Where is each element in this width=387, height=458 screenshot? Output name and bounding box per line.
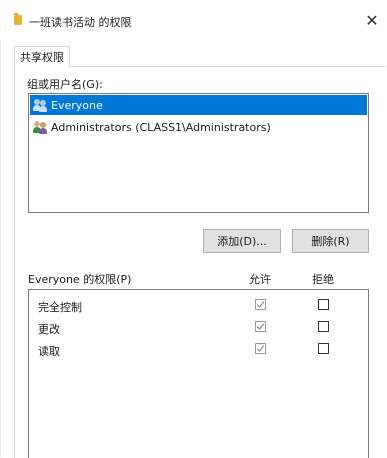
user-list[interactable]: Everyone Administrators (CLASS1\Administ…	[28, 93, 369, 213]
permissions-header: Everyone 的权限(P)	[28, 273, 132, 286]
admin-users-icon	[33, 120, 49, 134]
add-button[interactable]: 添加(D)...	[203, 229, 281, 253]
permission-name: 读取	[38, 345, 60, 358]
allow-checkbox[interactable]	[255, 299, 266, 310]
folder-icon	[14, 13, 22, 25]
allow-checkbox[interactable]	[255, 321, 266, 332]
deny-checkbox[interactable]	[318, 299, 329, 310]
permission-name: 更改	[38, 323, 60, 336]
permission-row-read: 读取	[29, 339, 368, 359]
title-bar: 一班读书活动 的权限 ✕	[0, 0, 387, 40]
user-row-everyone[interactable]: Everyone	[30, 95, 367, 115]
permission-row-change: 更改	[29, 317, 368, 337]
user-name: Everyone	[51, 98, 103, 112]
tab-share-permissions[interactable]: 共享权限	[14, 46, 70, 67]
users-icon	[33, 98, 49, 112]
window-title: 一班读书活动 的权限	[29, 16, 132, 29]
permissions-list: 完全控制 更改 读取	[28, 289, 369, 458]
permission-name: 完全控制	[38, 301, 82, 314]
user-name: Administrators (CLASS1\Administrators)	[51, 120, 271, 134]
group-or-user-label: 组或用户名(G):	[27, 78, 103, 91]
user-row-administrators[interactable]: Administrators (CLASS1\Administrators)	[30, 117, 367, 137]
window-left-edge	[0, 0, 1, 457]
remove-button[interactable]: 删除(R)	[292, 229, 369, 253]
allow-column-header: 允许	[249, 273, 271, 286]
permission-row-full-control: 完全控制	[29, 295, 368, 315]
close-button[interactable]: ✕	[357, 6, 387, 34]
deny-checkbox[interactable]	[318, 321, 329, 332]
deny-checkbox[interactable]	[318, 343, 329, 354]
deny-column-header: 拒绝	[312, 273, 334, 286]
allow-checkbox[interactable]	[255, 343, 266, 354]
